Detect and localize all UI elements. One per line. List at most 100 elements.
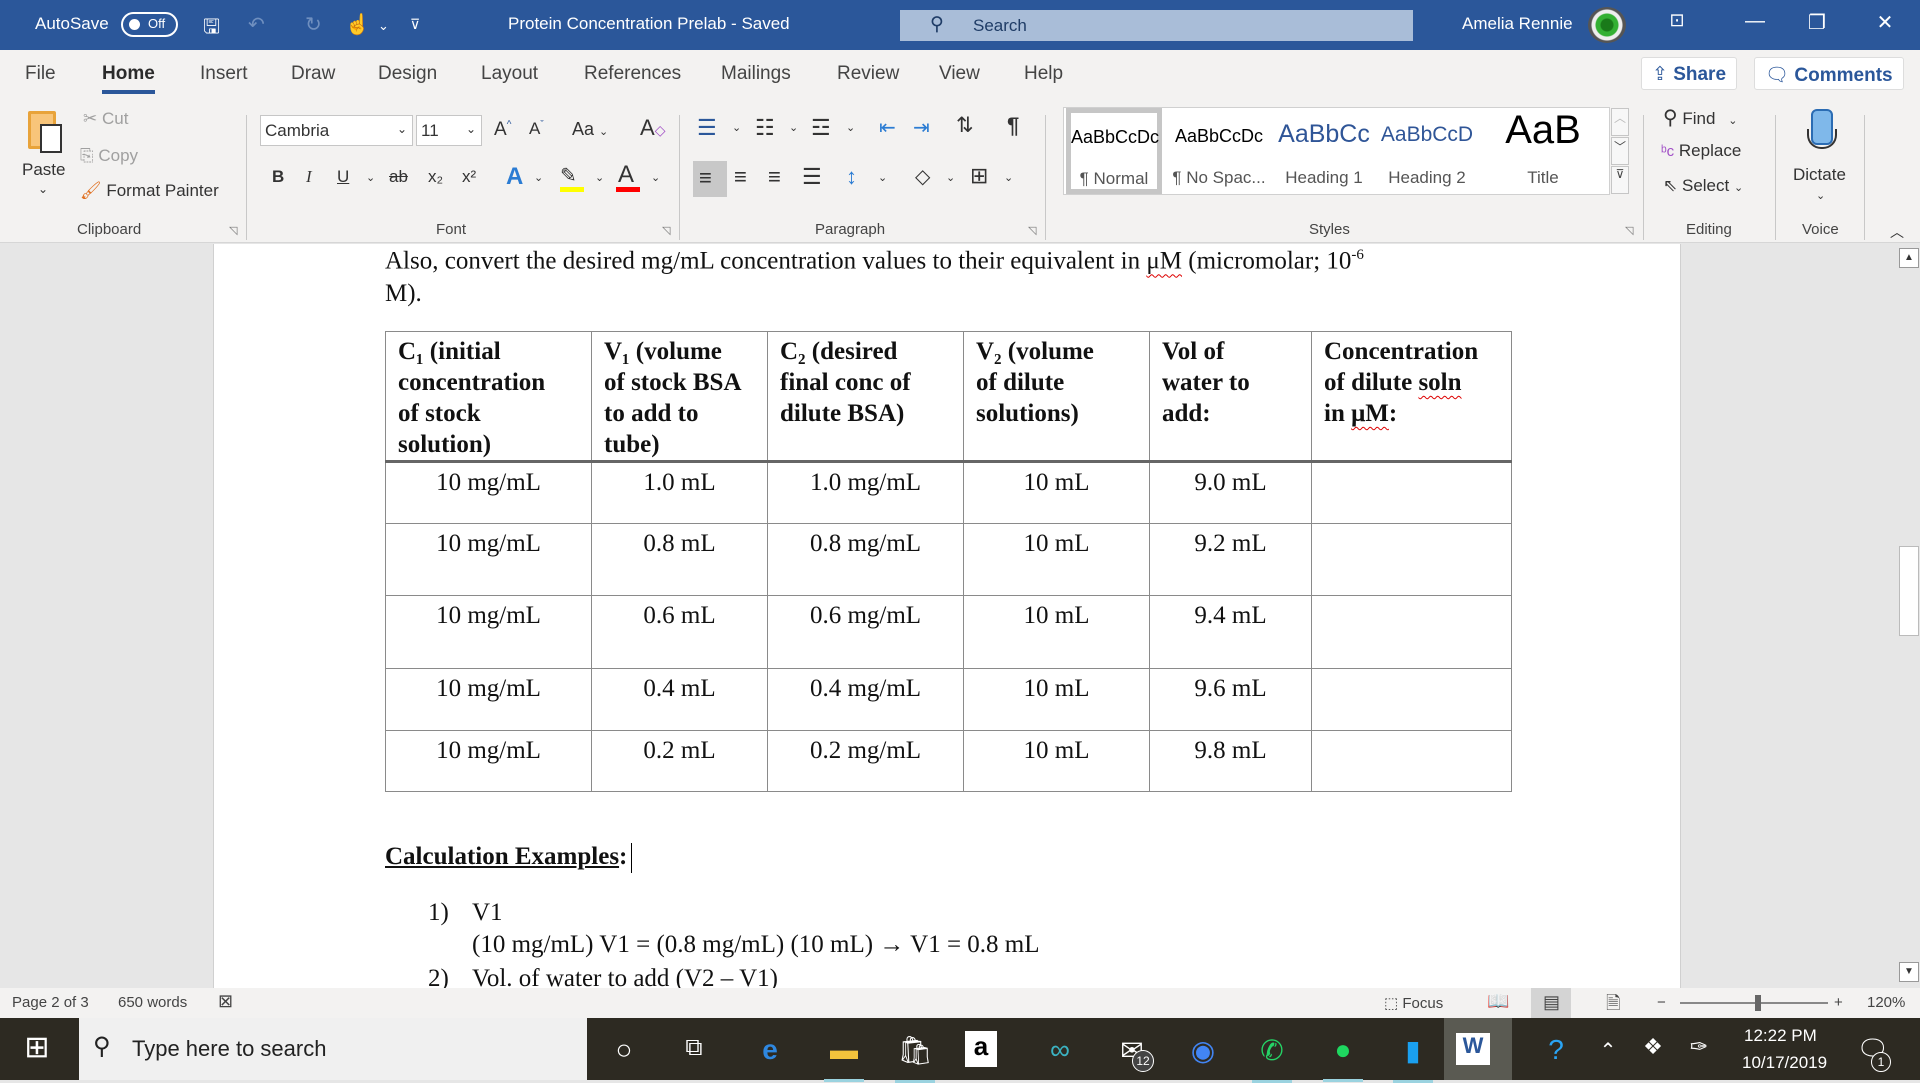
table-cell[interactable]: 0.8 mL (591, 523, 768, 596)
tab-insert[interactable]: Insert (200, 63, 248, 85)
comments-button[interactable]: 🗨 Comments (1754, 57, 1904, 90)
align-right-icon[interactable]: ≡ (768, 164, 781, 190)
font-name-dropdown[interactable]: Cambria ⌄ (260, 115, 413, 146)
web-layout-icon[interactable]: 🗎 (1606, 991, 1620, 1021)
tab-home[interactable]: Home (102, 63, 155, 94)
table-cell[interactable]: 9.0 mL (1149, 461, 1312, 524)
cortana-icon[interactable]: ○ (602, 1034, 646, 1066)
table-cell[interactable]: 9.2 mL (1149, 523, 1312, 596)
dictate-button[interactable]: Dictate ⌄ (1793, 105, 1853, 215)
change-case-button[interactable]: Aa ⌄ (572, 119, 608, 140)
style-normal[interactable]: AaBbCcDc ¶ Normal (1066, 108, 1162, 194)
taskbar-search-box[interactable]: ⚲ Type here to search (79, 1018, 587, 1080)
close-icon[interactable]: ✕ (1865, 10, 1905, 35)
whatsapp-icon[interactable]: ✆ (1250, 1034, 1294, 1083)
tab-references[interactable]: References (584, 63, 681, 85)
clock-date[interactable]: 10/17/2019 (1742, 1053, 1827, 1073)
paste-dropdown-icon[interactable]: ⌄ (38, 182, 48, 196)
microsoft-store-icon[interactable]: 🛍 (893, 1034, 937, 1083)
edge-icon[interactable]: e (748, 1034, 792, 1066)
subscript-button[interactable]: x₂ (428, 167, 443, 187)
bold-button[interactable]: B (272, 167, 284, 187)
styles-scroll-up-icon[interactable]: ︿ (1611, 108, 1629, 136)
table-cell[interactable]: 9.6 mL (1149, 668, 1312, 731)
action-center-icon[interactable]: 🗨 1 (1851, 1034, 1895, 1072)
justify-icon[interactable]: ☰ (802, 164, 822, 190)
ribbon-display-options-icon[interactable]: ⊡ (1657, 10, 1697, 31)
table-cell[interactable]: 0.2 mL (591, 730, 768, 792)
table-cell[interactable]: 0.6 mL (591, 595, 768, 669)
align-center-icon[interactable]: ≡ (734, 164, 747, 190)
decrease-indent-icon[interactable]: ⇤ (879, 115, 896, 140)
table-cell[interactable] (1311, 595, 1512, 669)
align-left-button[interactable]: ≡ (693, 161, 727, 197)
autosave-toggle[interactable]: Off (121, 12, 178, 37)
text-effects-icon[interactable]: A (506, 163, 523, 191)
task-view-icon[interactable]: ⧉ (672, 1034, 716, 1062)
line-spacing-icon[interactable]: ↕ (846, 164, 857, 190)
table-cell[interactable]: 0.4 mg/mL (767, 668, 964, 731)
multilevel-list-icon[interactable]: ☲ (811, 115, 831, 141)
font-color-icon[interactable]: A (618, 161, 634, 189)
font-color-dropdown-icon[interactable]: ⌄ (651, 171, 660, 184)
shading-icon[interactable]: ◇ (915, 164, 930, 189)
style-heading-1[interactable]: AaBbCc Heading 1 (1274, 108, 1374, 194)
share-button[interactable]: ⇪ Share (1641, 57, 1738, 90)
font-launcher-icon[interactable]: ◹ (662, 224, 670, 237)
font-size-dropdown[interactable]: 11 ⌄ (416, 115, 482, 146)
table-cell[interactable] (1311, 461, 1512, 524)
table-cell[interactable]: 10 mL (963, 730, 1150, 792)
infinity-app-icon[interactable]: ∞ (1038, 1034, 1082, 1066)
shrink-font-icon[interactable]: Aˇ (529, 119, 544, 139)
spotify-icon[interactable]: ● (1321, 1034, 1365, 1082)
bullets-icon[interactable]: ☰ (697, 115, 717, 141)
touch-mode-dropdown-icon[interactable]: ⌄ (378, 18, 389, 34)
minimize-icon[interactable]: — (1735, 10, 1775, 33)
read-mode-icon[interactable]: 📖 (1487, 991, 1509, 1012)
sort-icon[interactable]: ⇅ (956, 113, 974, 138)
table-cell[interactable]: 10 mg/mL (385, 668, 592, 731)
focus-button[interactable]: ⬚ Focus (1384, 994, 1443, 1012)
show-formatting-button[interactable]: ¶ (1007, 113, 1019, 139)
table-cell[interactable]: 1.0 mL (591, 461, 768, 524)
tab-layout[interactable]: Layout (481, 63, 538, 85)
tab-draw[interactable]: Draw (291, 63, 335, 85)
undo-icon[interactable]: ↶ (248, 12, 265, 37)
replace-button[interactable]: ᵇc Replace (1661, 141, 1741, 161)
tab-design[interactable]: Design (378, 63, 437, 85)
show-hidden-icons-chevron[interactable]: ⌃ (1586, 1038, 1630, 1063)
dropbox-icon[interactable]: ❖ (1631, 1034, 1675, 1060)
table-cell[interactable]: 9.4 mL (1149, 595, 1312, 669)
text-effects-dropdown-icon[interactable]: ⌄ (534, 171, 543, 184)
table-cell[interactable]: 10 mg/mL (385, 730, 592, 792)
borders-dropdown-icon[interactable]: ⌄ (1004, 171, 1013, 184)
word-count[interactable]: 650 words (118, 994, 187, 1011)
pen-icon[interactable]: ✑ (1677, 1034, 1721, 1060)
select-button[interactable]: ⇖ Select ⌄ (1663, 176, 1743, 196)
amazon-icon[interactable]: a (965, 1031, 997, 1067)
proofing-icon[interactable]: ⊠ (218, 991, 233, 1012)
tab-mailings[interactable]: Mailings (721, 63, 791, 85)
tab-view[interactable]: View (939, 63, 980, 85)
scrollbar-thumb[interactable] (1899, 546, 1919, 636)
styles-more-icon[interactable]: ⊽ (1611, 166, 1629, 194)
table-cell[interactable]: 10 mL (963, 595, 1150, 669)
italic-button[interactable]: I (306, 167, 312, 187)
mail-icon[interactable]: ✉ 12 (1110, 1034, 1154, 1072)
search-box[interactable]: ⚲ Search (900, 10, 1413, 41)
styles-launcher-icon[interactable]: ◹ (1625, 224, 1633, 237)
page-count[interactable]: Page 2 of 3 (12, 994, 89, 1011)
save-icon[interactable]: 🖫 (203, 12, 220, 46)
windows-start-icon[interactable]: ⊞ (15, 1030, 59, 1065)
superscript-button[interactable]: x² (462, 167, 476, 187)
scroll-up-icon[interactable]: ▲ (1899, 248, 1919, 268)
zoom-out-button[interactable]: − (1657, 994, 1666, 1011)
user-name[interactable]: Amelia Rennie (1462, 14, 1573, 34)
spelling-flag[interactable]: μM (1351, 400, 1389, 427)
table-cell[interactable]: 0.2 mg/mL (767, 730, 964, 792)
user-avatar[interactable] (1588, 7, 1626, 43)
clock-time[interactable]: 12:22 PM (1744, 1026, 1817, 1046)
table-cell[interactable] (1311, 668, 1512, 731)
table-cell[interactable]: 0.8 mg/mL (767, 523, 964, 596)
borders-icon[interactable]: ⊞ (970, 163, 988, 189)
